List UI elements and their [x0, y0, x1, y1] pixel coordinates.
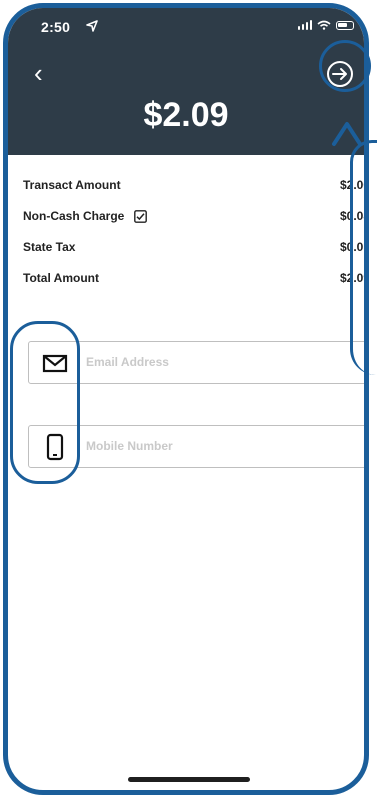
status-bar: 2:50: [8, 8, 364, 44]
summary-label: Total Amount: [23, 271, 99, 285]
wifi-icon: [317, 20, 331, 30]
signal-icon: [297, 20, 312, 30]
summary-row-state-tax: State Tax $0.01: [23, 238, 364, 269]
summary-label: Non-Cash Charge: [23, 209, 125, 223]
checkbox-checked-icon[interactable]: [134, 209, 148, 223]
back-button[interactable]: ‹: [34, 60, 43, 86]
amount-summary: Transact Amount $2.00 Non-Cash Charge $0…: [23, 176, 364, 300]
home-indicator: [128, 777, 250, 782]
field-icons-highlight: [10, 321, 80, 484]
mobile-placeholder: Mobile Number: [86, 439, 173, 453]
status-time: 2:50: [41, 19, 71, 35]
payment-header: 2:50 ‹ $2.09: [8, 8, 364, 155]
summary-row-non-cash: Non-Cash Charge $0.08: [23, 207, 364, 238]
battery-icon: [336, 20, 354, 30]
status-icons: [297, 20, 354, 30]
payment-amount: $2.09: [143, 96, 229, 134]
annotation-arrow-icon: [332, 122, 362, 146]
summary-label: Transact Amount: [23, 178, 121, 192]
summary-label: State Tax: [23, 240, 76, 254]
location-arrow-icon: [86, 20, 98, 32]
next-button-highlight: [319, 40, 371, 92]
annotation-bracket: [350, 140, 377, 375]
email-placeholder: Email Address: [86, 355, 169, 369]
summary-row-transact: Transact Amount $2.00: [23, 176, 364, 207]
summary-row-total: Total Amount $2.09: [23, 269, 364, 300]
